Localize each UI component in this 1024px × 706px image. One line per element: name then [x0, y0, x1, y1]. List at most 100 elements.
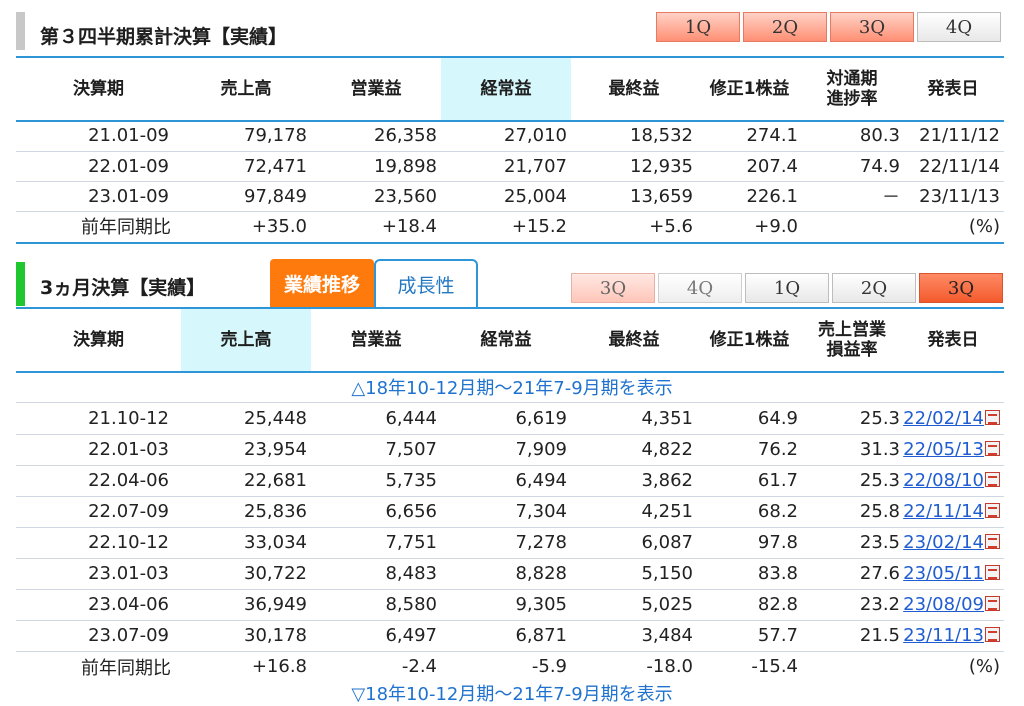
col-header-operating-profit: 営業益: [350, 330, 402, 350]
announce-date-link[interactable]: 23/11/13: [903, 625, 984, 646]
tab-3q[interactable]: 3Q: [830, 12, 914, 42]
tab-4q[interactable]: 4Q: [917, 12, 1001, 42]
table-cell: 12,935: [571, 150, 697, 181]
table-cell: 25,836: [181, 495, 311, 527]
table-cell: 23/11/13: [902, 180, 1004, 211]
yoy-cell: -18.0: [571, 650, 697, 682]
table-cell: 36,949: [181, 588, 311, 620]
tab-2q[interactable]: 2Q: [832, 273, 916, 303]
col-header-operating-margin: 売上営業 損益率: [802, 309, 902, 371]
table-cell: 6,871: [441, 619, 571, 651]
yoy-cell: +15.2: [441, 210, 571, 241]
table-cell: 57.7: [697, 619, 802, 651]
col-header-operating-profit: 営業益: [350, 79, 402, 99]
announce-date-link[interactable]: 22/02/14: [903, 408, 984, 429]
yoy-label: 前年同期比: [16, 210, 181, 241]
table-cell: 3,862: [571, 464, 697, 496]
table-row: 21.01-09 79,178 26,358 27,010 18,532 274.1 80.…: [16, 121, 1004, 151]
announce-date-link[interactable]: 22/05/13: [903, 439, 984, 460]
table-cell: 22.01-03: [16, 433, 181, 465]
col-header-net-profit: 最終益: [608, 79, 660, 99]
tab-growth[interactable]: 成長性: [374, 259, 478, 307]
table-cell: 30,722: [181, 557, 311, 589]
table-cell: 5,735: [311, 464, 441, 496]
tab-3q-current[interactable]: 3Q: [919, 273, 1003, 303]
announce-date-link[interactable]: 23/08/09: [903, 594, 984, 615]
section-title-quarterly: 3ヵ月決算【実績】: [40, 277, 206, 299]
tab-2q[interactable]: 2Q: [743, 12, 827, 42]
announce-date-cell: 22/11/14: [902, 495, 1004, 527]
tab-1q[interactable]: 1Q: [745, 273, 829, 303]
pdf-icon[interactable]: [985, 441, 1000, 456]
table-cell: 23.01-03: [16, 557, 181, 589]
yoy-cell: [802, 650, 902, 682]
table-cell: 25,448: [244, 407, 307, 429]
table-cell: 79,178: [244, 125, 307, 147]
header-line: 売上営業: [818, 320, 886, 340]
pdf-icon[interactable]: [985, 565, 1000, 580]
yoy-cell: +5.6: [571, 210, 697, 241]
announce-date-link[interactable]: 22/08/10: [903, 470, 984, 491]
table-row: 22.01-09 72,471 19,898 21,707 12,935 207.4 74.…: [16, 150, 1004, 181]
yoy-row: 前年同期比 +35.0 +18.4 +15.2 +5.6 +9.0 (%): [16, 210, 1004, 241]
announce-date-cell: 23/08/09: [902, 588, 1004, 620]
show-previous-periods-link[interactable]: △18年10-12月期～21年7-9月期を表示: [0, 374, 1024, 400]
table-cell: 19,898: [311, 150, 441, 181]
announce-date-link[interactable]: 23/02/14: [903, 532, 984, 553]
col-header-ordinary-profit: 経常益: [480, 330, 532, 350]
table-cell: 21.10-12: [88, 407, 169, 429]
quarterly-results-table: 決算期 売上高 営業益 経常益 最終益 修正1株益 売上営業 損益率 発表日: [16, 309, 1004, 371]
yoy-row: 前年同期比 +16.8 -2.4 -5.9 -18.0 -15.4 (%): [16, 650, 1004, 682]
table-cell: 22.01-09: [16, 150, 181, 181]
show-next-periods-link[interactable]: ▽18年10-12月期～21年7-9月期を表示: [0, 680, 1024, 706]
table-row: 23.01-03 30,722 8,483 8,828 5,150 83.8 27.6 23/…: [16, 557, 1004, 589]
table-cell: 21.5: [802, 619, 902, 651]
table-cell: 26,358: [374, 125, 437, 147]
pdf-icon[interactable]: [985, 503, 1000, 518]
table-cell: 6,656: [311, 495, 441, 527]
col-header-period: 決算期: [73, 79, 124, 99]
table-cell: 3,484: [571, 619, 697, 651]
tab-3q-prev[interactable]: 3Q: [571, 273, 655, 303]
table-cell: 25.3: [802, 464, 902, 496]
table-row: 21.10-12 25,448 6,444 6,619 4,351 64.9 25.3 22/…: [16, 403, 1004, 434]
announce-date-cell: 23/02/14: [902, 526, 1004, 558]
table-cell: 74.9: [802, 150, 902, 181]
announce-date-link[interactable]: 23/05/11: [903, 563, 984, 584]
table-cell: 25.3: [859, 407, 900, 429]
announce-date-link[interactable]: 22/11/14: [903, 501, 984, 522]
header-line: 進捗率: [826, 89, 878, 109]
table-cell: 8,483: [311, 557, 441, 589]
pdf-icon[interactable]: [985, 596, 1000, 611]
table-cell: 7,751: [311, 526, 441, 558]
pdf-icon[interactable]: [985, 534, 1000, 549]
tab-4q[interactable]: 4Q: [658, 273, 742, 303]
pdf-icon[interactable]: [985, 472, 1000, 487]
table-cell: 22/11/14: [902, 150, 1004, 181]
table-cell: 64.9: [757, 407, 798, 429]
table-cell: 80.3: [859, 125, 900, 147]
yoy-cell: +35.0: [181, 210, 311, 241]
tab-1q[interactable]: 1Q: [656, 12, 740, 42]
table-cell: 68.2: [697, 495, 802, 527]
announce-date-cell: 22/05/13: [902, 433, 1004, 465]
table-cell: 9,305: [441, 588, 571, 620]
table-row: 22.04-06 22,681 5,735 6,494 3,862 61.7 25.3 22/…: [16, 464, 1004, 496]
table-cell: 30,178: [181, 619, 311, 651]
table-cell: 5,025: [571, 588, 697, 620]
pdf-icon[interactable]: [985, 409, 1000, 425]
table-cell: 25,004: [441, 180, 571, 211]
table-row: 22.10-12 33,034 7,751 7,278 6,087 97.8 23.5 23/…: [16, 526, 1004, 558]
header-line: 損益率: [826, 340, 878, 360]
yoy-cell: (%): [902, 650, 1004, 682]
tab-performance-trend[interactable]: 業績推移: [270, 259, 374, 307]
table-cell: 27,010: [504, 125, 567, 147]
table-cell: 7,507: [311, 433, 441, 465]
yoy-cell: [802, 210, 902, 241]
table-cell: 207.4: [697, 150, 802, 181]
table-cell: 97,849: [181, 180, 311, 211]
pdf-icon[interactable]: [985, 627, 1000, 642]
table-cell: 23,560: [311, 180, 441, 211]
table-cell: 7,909: [441, 433, 571, 465]
table-cell: 72,471: [181, 150, 311, 181]
